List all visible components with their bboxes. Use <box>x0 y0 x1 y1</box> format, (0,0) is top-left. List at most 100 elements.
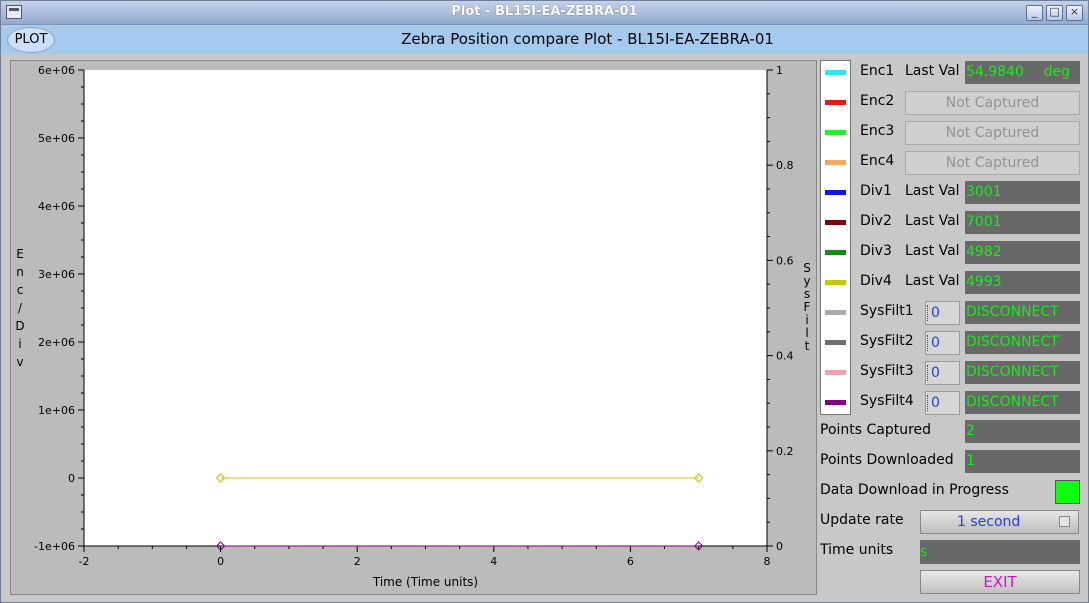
x-axis-title: Time (Time units) <box>372 575 478 589</box>
channel-name: SysFilt1 <box>860 303 914 319</box>
update-rate-value: 1 second <box>957 514 1021 530</box>
plot-area: -2 0 2 4 6 8 -1e+06 0 1e+06 2e+06 3e+06 4e+06 5e+06 6… <box>10 60 817 595</box>
y-tick-label: 2e+06 <box>38 336 75 349</box>
last-value-box: 54.9840 deg <box>965 61 1080 84</box>
last-val-label: Last Val <box>905 183 960 199</box>
y-axis-title-char: / <box>18 301 23 315</box>
dropdown-indicator-icon <box>1059 516 1070 527</box>
channel-name: Enc2 <box>860 93 895 109</box>
points-downloaded-value: 1 <box>965 450 1080 473</box>
not-captured-box: Not Captured <box>905 91 1080 115</box>
channel-name: Enc1 <box>860 63 895 79</box>
y-tick-label: 4e+06 <box>38 200 75 213</box>
sysfilt-input[interactable]: 0 <box>925 391 960 415</box>
y2-axis-title-char: y <box>803 274 810 288</box>
y2-axis-title-char: i <box>805 313 808 327</box>
sysfilt-input[interactable]: 0 <box>925 361 960 385</box>
value-unit: deg <box>1043 64 1070 80</box>
minimize-button[interactable]: _ <box>1026 5 1043 21</box>
y2-tick-label: 1 <box>776 64 783 77</box>
x-tick-label: 4 <box>490 555 497 568</box>
legend-swatch-sysfilt4 <box>825 400 846 405</box>
plot-canvas <box>84 70 767 546</box>
channel-name: SysFilt4 <box>860 393 914 409</box>
y-axis-title-char: D <box>15 319 24 333</box>
last-val-label: Last Val <box>905 243 960 259</box>
y-axis-title-char: c <box>17 283 24 297</box>
close-button[interactable]: × <box>1066 5 1083 21</box>
exit-button[interactable]: EXIT <box>920 570 1080 594</box>
sysfilt-status: DISCONNECT <box>965 361 1080 384</box>
y-tick-label: 0 <box>68 472 75 485</box>
title-bar[interactable]: Plot - BL15I-EA-ZEBRA-01 _ □ × <box>1 1 1088 25</box>
channel-name: Enc4 <box>860 153 895 169</box>
not-captured-box: Not Captured <box>905 121 1080 145</box>
update-rate-label: Update rate <box>820 512 904 528</box>
last-value-box: 7001 <box>965 211 1080 234</box>
legend-swatch-div1 <box>825 190 846 195</box>
y-tick-label: 5e+06 <box>38 132 75 145</box>
channel-name: Enc3 <box>860 123 895 139</box>
position-compare-chart: -2 0 2 4 6 8 -1e+06 0 1e+06 2e+06 3e+06 4e+06 5e+06 6… <box>15 64 811 589</box>
download-progress-label: Data Download in Progress <box>820 482 1009 498</box>
page-title: Zebra Position compare Plot - BL15I-EA-Z… <box>401 30 774 48</box>
y2-tick-label: 0.2 <box>776 445 794 458</box>
last-value: 3001 <box>966 184 1002 200</box>
channel-name: Div4 <box>860 273 892 289</box>
y-axis-title-char: n <box>16 265 24 279</box>
not-captured-box: Not Captured <box>905 151 1080 175</box>
sysfilt-status: DISCONNECT <box>965 331 1080 354</box>
legend-swatch-div4 <box>825 280 846 285</box>
x-tick-label: 0 <box>217 555 224 568</box>
legend-swatches <box>820 60 851 415</box>
download-progress-indicator <box>1055 480 1080 504</box>
legend-swatch-enc2 <box>825 100 846 105</box>
plot-window: Plot - BL15I-EA-ZEBRA-01 _ □ × PLOT Zebr… <box>0 0 1089 603</box>
legend-swatch-sysfilt3 <box>825 370 846 375</box>
sysfilt-input[interactable]: 0 <box>925 301 960 325</box>
maximize-button[interactable]: □ <box>1046 5 1063 21</box>
y-axis-title-char: i <box>18 337 21 351</box>
last-val-label: Last Val <box>905 273 960 289</box>
last-value-box: 3001 <box>965 181 1080 204</box>
legend-swatch-sysfilt2 <box>825 340 846 345</box>
x-tick-label: 6 <box>627 555 634 568</box>
points-captured-value: 2 <box>965 420 1080 443</box>
y2-axis-title-char: F <box>804 300 811 314</box>
channel-name: Div3 <box>860 243 892 259</box>
last-val-label: Last Val <box>905 213 960 229</box>
time-units-label: Time units <box>820 542 894 558</box>
last-value: 7001 <box>966 214 1002 230</box>
channel-name: SysFilt3 <box>860 363 914 379</box>
y-tick-label: 6e+06 <box>38 64 75 77</box>
sysfilt-input[interactable]: 0 <box>925 331 960 355</box>
sysfilt-status: DISCONNECT <box>965 391 1080 414</box>
y2-tick-label: 0.6 <box>776 254 794 267</box>
y2-tick-label: 0 <box>776 540 783 553</box>
y2-tick-label: 0.8 <box>776 159 794 172</box>
legend-swatch-enc1 <box>825 70 846 75</box>
last-value: 54.9840 <box>966 64 1024 80</box>
legend-swatch-enc3 <box>825 130 846 135</box>
x-tick-label: -2 <box>79 555 90 568</box>
y-tick-label: -1e+06 <box>34 540 75 553</box>
y-tick-label: 1e+06 <box>38 404 75 417</box>
y2-axis-title-char: t <box>805 339 810 353</box>
x-tick-label: 8 <box>764 555 771 568</box>
y2-axis-title-char: s <box>804 287 810 301</box>
update-rate-select[interactable]: 1 second <box>920 510 1079 534</box>
minimize-icon: _ <box>1031 5 1038 18</box>
last-value-box: 4993 <box>965 271 1080 294</box>
y-tick-label: 3e+06 <box>38 268 75 281</box>
legend-swatch-div3 <box>825 250 846 255</box>
y-axis-title-char: E <box>16 247 24 261</box>
legend-swatch-sysfilt1 <box>825 310 846 315</box>
legend-swatch-enc4 <box>825 160 846 165</box>
time-units-value: s <box>920 540 1080 564</box>
y-axis-title-char: v <box>16 355 23 369</box>
y2-tick-label: 0.4 <box>776 350 794 363</box>
channel-name: SysFilt2 <box>860 333 914 349</box>
last-val-label: Last Val <box>905 63 960 79</box>
last-value: 4993 <box>966 274 1002 290</box>
last-value: 4982 <box>966 244 1002 260</box>
